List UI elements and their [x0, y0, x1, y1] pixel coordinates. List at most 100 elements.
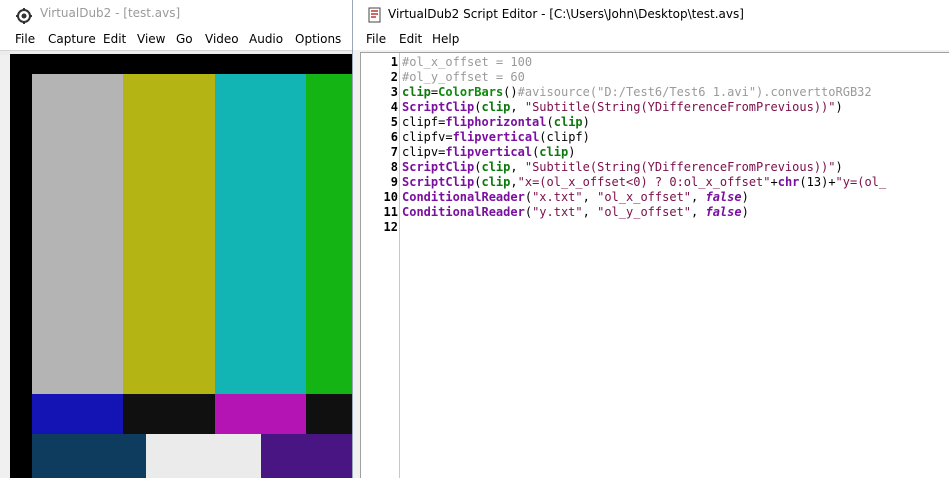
menu-view[interactable]: View — [137, 32, 165, 46]
code-token: ) — [568, 145, 576, 159]
code-token: false — [705, 205, 742, 219]
code-token: ScriptClip — [402, 175, 475, 189]
code-token: chr — [777, 175, 800, 189]
code-token: clipf — [402, 115, 439, 129]
video-preview-pane[interactable] — [10, 54, 352, 478]
colorbar-black-1 — [123, 394, 215, 434]
colorbar-magenta — [215, 394, 306, 434]
code-line[interactable]: #ol_x_offset = 100 — [402, 55, 532, 70]
code-token: () — [503, 85, 518, 99]
line-number: 2 — [390, 70, 398, 84]
menu-help[interactable]: Help — [432, 32, 459, 46]
code-token: , — [691, 205, 706, 219]
code-token: clip — [481, 175, 511, 189]
virtualdub-titlebar[interactable]: VirtualDub2 - [test.avs] — [0, 0, 352, 30]
line-number-gutter: 1 2 3 4 5 6 7 8 9 10 11 12 — [361, 53, 400, 478]
script-editor-menubar: File Edit Help — [353, 30, 949, 50]
code-token: ) — [582, 115, 590, 129]
menu-edit[interactable]: Edit — [103, 32, 126, 46]
colorbar-yellow — [123, 74, 215, 394]
code-token: clip — [553, 115, 583, 129]
code-token: ScriptClip — [402, 160, 475, 174]
code-token: (clipf) — [539, 130, 590, 144]
line-number: 11 — [383, 205, 398, 219]
code-token: , — [582, 190, 598, 204]
code-token: ( — [546, 115, 554, 129]
code-line[interactable]: ScriptClip(clip, "Subtitle(String(YDiffe… — [402, 100, 843, 115]
code-token: #ol_x_offset = 100 — [402, 55, 533, 69]
code-line[interactable]: ScriptClip(clip, "Subtitle(String(YDiffe… — [402, 160, 843, 175]
menu-capture[interactable]: Capture — [48, 32, 96, 46]
colorbar-cyan — [215, 74, 306, 394]
line-number: 7 — [390, 145, 398, 159]
code-line[interactable]: ConditionalReader("y.txt", "ol_y_offset"… — [402, 205, 749, 220]
code-token: ) — [835, 160, 843, 174]
code-token: fliphorizontal — [445, 115, 547, 129]
code-token: ConditionalReader — [402, 205, 525, 219]
code-token: clipv — [402, 145, 439, 159]
code-token: ( — [524, 190, 533, 204]
code-token: ScriptClip — [402, 100, 475, 114]
colorbar-blue — [32, 394, 123, 434]
code-token: , — [510, 100, 525, 114]
menu-video[interactable]: Video — [205, 32, 239, 46]
code-token: ColorBars — [438, 85, 504, 99]
line-number: 6 — [390, 130, 398, 144]
code-token: "ol_y_offset" — [597, 205, 692, 219]
line-number: 8 — [390, 160, 398, 174]
line-number: 5 — [390, 115, 398, 129]
code-token: flipvertical — [445, 145, 533, 159]
colorbar-black-2 — [306, 394, 352, 434]
code-line[interactable]: #ol_y_offset = 60 — [402, 70, 525, 85]
code-line[interactable]: clipv=flipvertical(clip) — [402, 145, 575, 160]
script-editor-title: VirtualDub2 Script Editor - [C:\Users\Jo… — [388, 7, 744, 21]
script-editor-titlebar[interactable]: VirtualDub2 Script Editor - [C:\Users\Jo… — [353, 0, 949, 30]
code-token: , — [510, 175, 518, 189]
code-token: clip — [539, 145, 569, 159]
line-number: 10 — [383, 190, 398, 204]
code-line[interactable]: ScriptClip(clip,"x=(ol_x_offset<0) ? 0:o… — [402, 175, 886, 190]
code-token: ) — [741, 190, 749, 204]
code-token: "x.txt" — [532, 190, 583, 204]
code-token: "y.txt" — [532, 205, 583, 219]
menu-options[interactable]: Options — [295, 32, 341, 46]
menu-file[interactable]: File — [15, 32, 35, 46]
code-token: ) — [835, 100, 843, 114]
colorbar-gray — [32, 74, 123, 394]
line-number: 4 — [390, 100, 398, 114]
colorbar-green — [306, 74, 352, 394]
code-line[interactable]: clip=ColorBars()#avisource("D:/Test6/Tes… — [402, 85, 872, 100]
code-token: , — [691, 190, 706, 204]
code-token: "x=(ol_x_offset<0) ? 0:ol_x_offset" — [517, 175, 771, 189]
line-number: 1 — [390, 55, 398, 69]
code-token: clipfv — [402, 130, 446, 144]
code-token: , — [510, 160, 525, 174]
code-token: + — [770, 175, 778, 189]
code-editor[interactable]: 1 2 3 4 5 6 7 8 9 10 11 12 #ol_x_offset = 100 #ol_y_… — [360, 52, 949, 478]
code-token: false — [705, 190, 742, 204]
code-token: "y=(ol_ — [835, 175, 887, 189]
code-token: ( — [524, 205, 533, 219]
code-token: #avisource("D:/Test6/Test6 1.avi").conve… — [517, 85, 872, 99]
virtualdub-menubar: File Capture Edit View Go Video Audio Op… — [0, 30, 352, 50]
code-line[interactable]: ConditionalReader("x.txt", "ol_x_offset"… — [402, 190, 749, 205]
code-token: = — [445, 130, 453, 144]
menu-audio[interactable]: Audio — [249, 32, 283, 46]
colorbar-purple — [261, 434, 352, 478]
line-number: 12 — [383, 220, 398, 234]
menu-edit[interactable]: Edit — [399, 32, 422, 46]
code-token: (13)+ — [799, 175, 836, 189]
menu-go[interactable]: Go — [176, 32, 193, 46]
code-line[interactable]: clipf=fliphorizontal(clip) — [402, 115, 590, 130]
code-token: ) — [741, 205, 749, 219]
colorbar-navy — [32, 434, 146, 478]
virtualdub-window: VirtualDub2 - [test.avs] File Capture Ed… — [0, 0, 352, 478]
script-editor-icon — [368, 7, 381, 23]
code-token: , — [582, 205, 598, 219]
menu-file[interactable]: File — [366, 32, 386, 46]
code-line[interactable]: clipfv=flipvertical(clipf) — [402, 130, 590, 145]
code-token: ConditionalReader — [402, 190, 525, 204]
line-number: 9 — [390, 175, 398, 189]
code-token: clip — [481, 160, 511, 174]
code-token: "Subtitle(String(YDifferenceFromPrevious… — [524, 100, 836, 114]
